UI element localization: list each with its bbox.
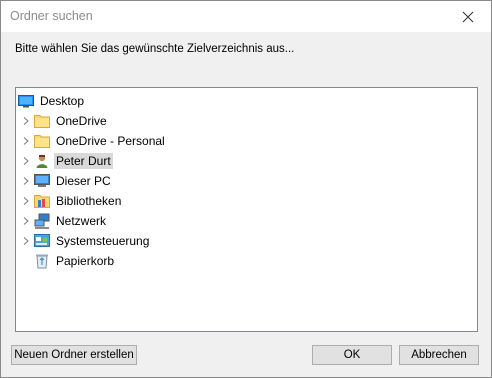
folder-browse-dialog: Ordner suchen Bitte wählen Sie das gewün… bbox=[0, 0, 492, 378]
chevron-right-icon[interactable] bbox=[18, 191, 34, 210]
tree-item-label: OneDrive bbox=[56, 113, 107, 128]
desktop-icon bbox=[18, 93, 34, 109]
control-panel-icon bbox=[34, 233, 50, 249]
cancel-button[interactable]: Abbrechen bbox=[399, 345, 479, 365]
tree-item-label: Netzwerk bbox=[56, 213, 107, 228]
tree-item-papierkorb[interactable]: Papierkorb bbox=[34, 251, 116, 270]
close-button[interactable] bbox=[445, 1, 491, 32]
chevron-right-icon[interactable] bbox=[18, 231, 34, 250]
chevron-right-icon[interactable] bbox=[18, 131, 34, 150]
folder-icon bbox=[34, 133, 50, 149]
folder-tree[interactable]: Desktop OneDrive OneDrive - Personal Pet… bbox=[15, 87, 478, 332]
tree-item-bibliotheken[interactable]: Bibliotheken bbox=[18, 191, 123, 210]
chevron-right-icon[interactable] bbox=[18, 211, 34, 230]
tree-item-label: Peter Durt bbox=[54, 152, 113, 169]
dialog-title: Ordner suchen bbox=[10, 9, 93, 23]
tree-item-label: Bibliotheken bbox=[56, 193, 122, 208]
tree-item-label: Papierkorb bbox=[56, 253, 115, 268]
tree-item-label: OneDrive - Personal bbox=[56, 133, 165, 148]
network-icon bbox=[34, 213, 50, 229]
user-icon bbox=[34, 153, 50, 169]
tree-item-label: Desktop bbox=[40, 93, 85, 108]
folder-icon bbox=[34, 113, 50, 129]
chevron-right-icon[interactable] bbox=[18, 111, 34, 130]
tree-item-netzwerk[interactable]: Netzwerk bbox=[18, 211, 108, 230]
ok-button[interactable]: OK bbox=[312, 345, 392, 365]
close-icon bbox=[462, 11, 474, 22]
recycle-bin-icon bbox=[34, 253, 50, 269]
tree-item-label: Systemsteuerung bbox=[56, 233, 150, 248]
tree-item-dieser-pc[interactable]: Dieser PC bbox=[18, 171, 113, 190]
tree-item-desktop[interactable]: Desktop bbox=[18, 91, 86, 110]
tree-item-onedrive[interactable]: OneDrive bbox=[18, 111, 109, 130]
instruction-text: Bitte wählen Sie das gewünschte Zielverz… bbox=[15, 43, 295, 55]
computer-icon bbox=[34, 173, 50, 189]
libraries-icon bbox=[34, 193, 50, 209]
chevron-right-icon[interactable] bbox=[18, 151, 34, 170]
new-folder-button[interactable]: Neuen Ordner erstellen bbox=[11, 345, 137, 365]
chevron-right-icon[interactable] bbox=[18, 171, 34, 190]
title-bar: Ordner suchen bbox=[1, 1, 491, 32]
tree-item-label: Dieser PC bbox=[56, 173, 111, 188]
tree-item-systemsteuerung[interactable]: Systemsteuerung bbox=[18, 231, 151, 250]
tree-item-onedrive-personal[interactable]: OneDrive - Personal bbox=[18, 131, 167, 150]
tree-item-peter-durt[interactable]: Peter Durt bbox=[18, 151, 113, 170]
